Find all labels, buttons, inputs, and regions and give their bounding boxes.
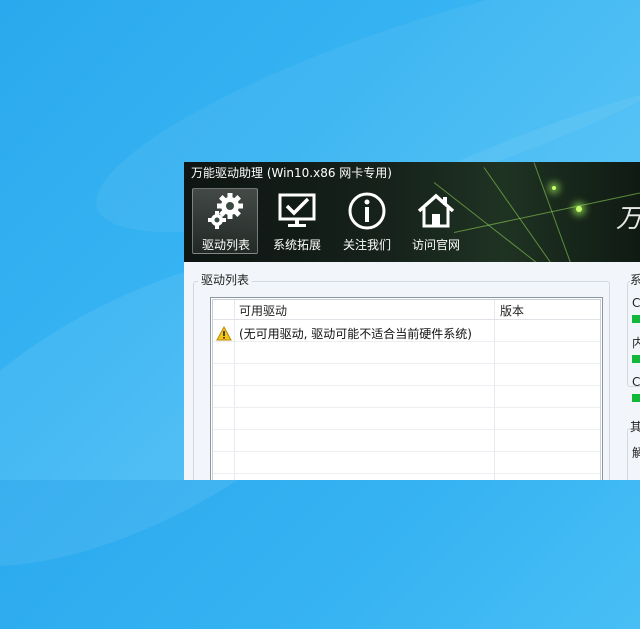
toolbar-label: 系统拓展 (272, 238, 321, 252)
column-divider (234, 300, 235, 480)
driver-cell: (无可用驱动, 驱动可能不适合当前硬件系统) (239, 327, 472, 341)
usage-bar (632, 315, 640, 323)
toolbar-system-extension-button[interactable]: 系统拓展 (263, 188, 329, 254)
gears-icon (208, 193, 243, 229)
toolbar-visit-website-button[interactable]: 访问官网 (402, 188, 468, 254)
toolbar-label: 驱动列表 (201, 238, 250, 252)
main-content: 驱动列表 可用驱动 版本 (无可用驱动, 驱动可能不适合当前硬件系统) 系 C … (184, 262, 640, 480)
column-header-driver[interactable]: 可用驱动 (239, 304, 287, 319)
driver-assistant-window: 万能驱动助理 (Win10.x86 网卡专用) 万 驱动列表 系统拓展 关注我们… (184, 162, 640, 480)
warning-icon (216, 326, 232, 341)
system-info-title: 系 (630, 273, 640, 288)
toolbar-label: 访问官网 (411, 238, 460, 252)
driver-list-group-title: 驱动列表 (198, 273, 253, 288)
monitor-check-icon (278, 193, 316, 227)
row-divider (213, 363, 600, 364)
row-divider (213, 451, 600, 452)
header-divider (213, 319, 600, 320)
column-header-version[interactable]: 版本 (500, 304, 524, 319)
other-group-title: 其 (630, 420, 640, 435)
home-icon (417, 193, 455, 228)
system-info-label: C (632, 296, 640, 310)
banner-glow (552, 186, 556, 190)
usage-bar (632, 394, 640, 402)
window-title: 万能驱动助理 (Win10.x86 网卡专用) (191, 166, 392, 180)
system-info-panel: 系 C 内 C 其 解 (621, 262, 640, 480)
list-body: 可用驱动 版本 (无可用驱动, 驱动可能不适合当前硬件系统) (212, 299, 601, 480)
title-banner[interactable]: 万能驱动助理 (Win10.x86 网卡专用) 万 驱动列表 系统拓展 关注我们… (184, 162, 640, 262)
system-info-label: C (632, 375, 640, 389)
toolbar-driver-list-button[interactable]: 驱动列表 (192, 188, 258, 254)
system-info-label: 内 (632, 336, 640, 350)
info-icon (348, 192, 386, 230)
toolbar-label: 关注我们 (342, 238, 391, 252)
column-divider (494, 300, 495, 480)
toolbar-follow-us-button[interactable]: 关注我们 (333, 188, 399, 254)
brand-logo: 万 (616, 204, 640, 234)
row-divider (213, 429, 600, 430)
usage-bar (632, 355, 640, 363)
row-divider (213, 385, 600, 386)
other-group-label: 解 (632, 446, 640, 460)
banner-glow (576, 206, 582, 212)
row-divider (213, 473, 600, 474)
driver-list-view[interactable]: 可用驱动 版本 (无可用驱动, 驱动可能不适合当前硬件系统) (210, 297, 603, 480)
row-divider (213, 407, 600, 408)
